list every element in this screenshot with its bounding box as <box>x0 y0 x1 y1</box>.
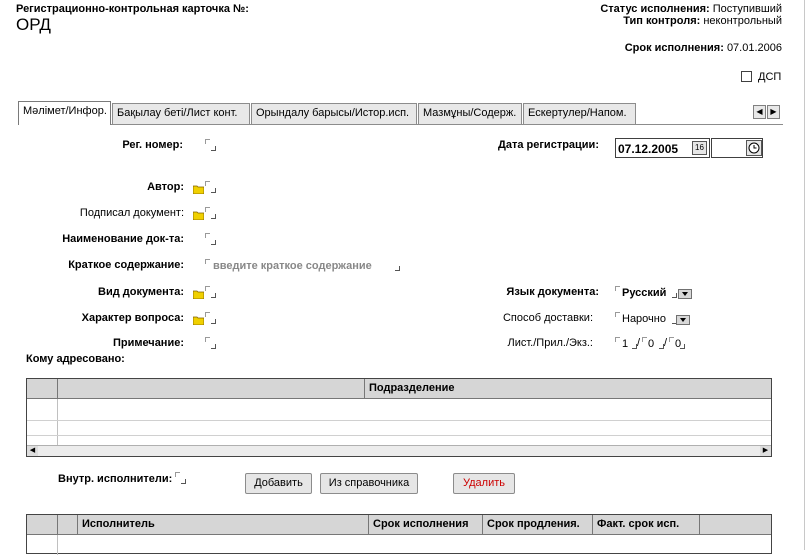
summary-label: Краткое содержание: <box>68 259 184 271</box>
tab-reminders[interactable]: Ескертулер/Напом. <box>523 103 636 124</box>
executors-grid-col-executor[interactable]: Исполнитель <box>77 515 368 535</box>
author-field[interactable] <box>205 181 216 193</box>
address-grid[interactable]: Подразделение ◀ ▶ <box>26 378 772 457</box>
doc-type-field[interactable] <box>205 286 216 298</box>
addressed-label: Кому адресовано: <box>26 353 125 365</box>
deadline-label: Срок исполнения: <box>624 42 724 54</box>
address-grid-hscrollbar[interactable]: ◀ ▶ <box>27 445 771 456</box>
language-dropdown-icon[interactable] <box>678 289 692 299</box>
tab-scroll-left-icon[interactable]: ◀ <box>753 105 766 119</box>
dsp-checkbox[interactable] <box>741 71 752 82</box>
doc-name-field[interactable] <box>205 233 216 245</box>
tab-content[interactable]: Мазмұны/Содерж. <box>418 103 522 124</box>
window-frame <box>0 0 805 550</box>
calendar-icon-label: 16 <box>695 143 704 152</box>
copies-value: 0 <box>675 338 682 350</box>
language-label: Язык документа: <box>506 286 599 298</box>
control-value: неконтрольный <box>703 15 782 27</box>
status-line: Статус исполнения: Поступивший <box>600 3 782 15</box>
clock-icon[interactable] <box>746 140 762 156</box>
tab-info[interactable]: Мәлімет/Инфор. <box>18 101 111 125</box>
deadline-line: Срок исполнения: 07.01.2006 <box>625 42 782 54</box>
address-grid-row <box>27 420 771 421</box>
address-grid-row <box>27 435 771 436</box>
card-code: ОРД <box>16 15 51 34</box>
tab-strip-line <box>18 124 783 125</box>
delivery-dropdown-icon[interactable] <box>676 315 690 325</box>
sheets-separator-1: / <box>637 337 641 349</box>
dsp-label: ДСП <box>758 71 782 83</box>
sheets-value: 1 <box>622 338 629 350</box>
executors-grid-col-actual[interactable]: Факт. срок исп. <box>592 515 699 535</box>
delivery-value: Нарочно <box>622 313 666 325</box>
executors-grid-divider <box>57 535 58 555</box>
reg-number-label: Рег. номер: <box>122 139 183 151</box>
language-value: Русский <box>622 287 667 299</box>
deadline-value: 07.01.2006 <box>726 42 782 54</box>
add-button[interactable]: Добавить <box>245 473 312 494</box>
doc-type-label: Вид документа: <box>98 286 184 298</box>
hscroll-left-icon[interactable]: ◀ <box>27 446 38 456</box>
note-field[interactable] <box>205 337 216 349</box>
from-reference-button[interactable]: Из справочника <box>320 473 418 494</box>
executors-grid-col-extension[interactable]: Срок продления. <box>482 515 592 535</box>
delete-button[interactable]: Удалить <box>453 473 515 494</box>
question-label: Характер вопроса: <box>81 312 184 324</box>
reg-number-field[interactable] <box>205 139 216 151</box>
author-folder-icon[interactable] <box>193 185 204 194</box>
summary-placeholder: введите краткое содержание <box>213 260 372 272</box>
author-label: Автор: <box>147 181 184 193</box>
question-folder-icon[interactable] <box>193 316 204 325</box>
doc-type-folder-icon[interactable] <box>193 290 204 299</box>
tab-history[interactable]: Орындалу барысы/Истор.исп. <box>251 103 417 124</box>
executors-field[interactable] <box>175 472 186 484</box>
tab-scroll-right-icon[interactable]: ▶ <box>767 105 780 119</box>
status-label: Статус исполнения: <box>600 3 710 15</box>
signed-label: Подписал документ: <box>79 207 184 219</box>
control-label: Тип контроля: <box>623 15 701 27</box>
signed-field[interactable] <box>205 207 216 219</box>
control-line: Тип контроля: неконтрольный <box>623 15 782 27</box>
executors-grid-col-marker <box>57 515 77 535</box>
reg-date-label: Дата регистрации: <box>498 139 599 151</box>
signed-folder-icon[interactable] <box>193 211 204 220</box>
delivery-label: Способ доставки: <box>502 312 593 324</box>
note-label: Примечание: <box>112 337 184 349</box>
doc-name-label: Наименование док-та: <box>62 233 184 245</box>
tab-control-sheet[interactable]: Бақылау беті/Лист конт. <box>112 103 250 124</box>
reg-date-value: 07.12.2005 <box>618 142 679 156</box>
sheets-label: Лист./Прил./Экз.: <box>507 337 594 349</box>
address-grid-col-empty <box>57 379 364 399</box>
sheets-separator-2: / <box>664 337 668 349</box>
executors-label: Внутр. исполнители: <box>58 473 173 485</box>
executors-grid[interactable]: Исполнитель Срок исполнения Срок продлен… <box>26 514 773 555</box>
card-title: Регистрационно-контрольная карточка №: <box>16 3 249 15</box>
attach-value: 0 <box>648 338 655 350</box>
status-value: Поступивший <box>712 3 782 15</box>
address-grid-divider <box>57 399 58 446</box>
question-field[interactable] <box>205 312 216 324</box>
calendar-icon[interactable]: 16 <box>692 141 707 155</box>
address-grid-col-department[interactable]: Подразделение <box>364 379 773 399</box>
hscroll-right-icon[interactable]: ▶ <box>760 446 771 456</box>
executors-grid-col-empty <box>699 515 773 535</box>
executors-grid-col-deadline[interactable]: Срок исполнения <box>368 515 482 535</box>
